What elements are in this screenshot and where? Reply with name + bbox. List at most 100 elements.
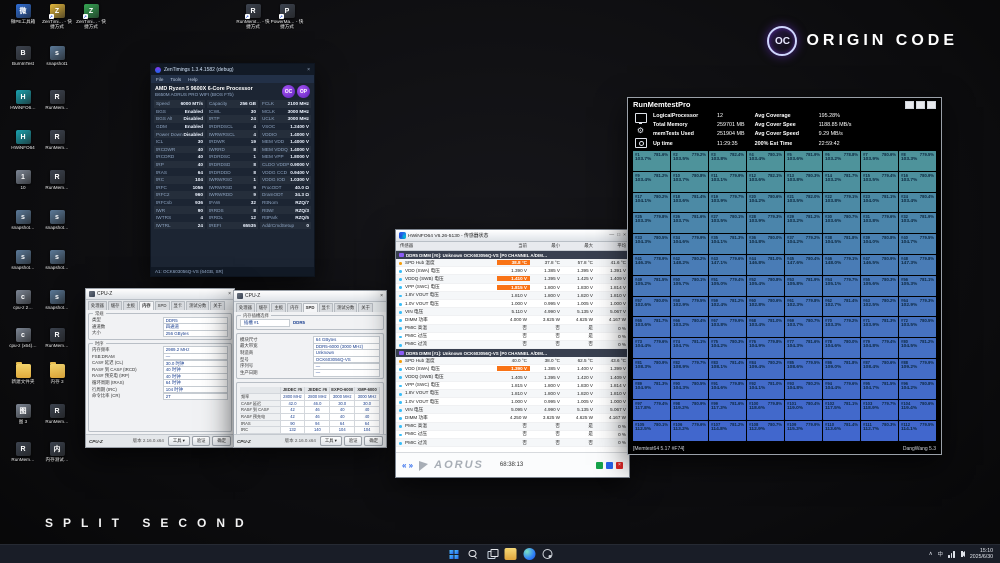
sensor-section-header[interactable]: DDR5 DIMM [#1]: Unknown OCK603056Q-VS [P… bbox=[396, 349, 629, 357]
memtest-titlebar[interactable]: RunMemtestPro bbox=[628, 98, 941, 111]
column-header-0[interactable]: 传感器 bbox=[396, 243, 497, 249]
menu-item-tools[interactable]: Tools bbox=[170, 77, 181, 82]
display-icon[interactable] bbox=[635, 113, 647, 123]
sensor-row[interactable]: VDDQ (SWB) 电压1.405 V1.395 V1.420 V1.409 … bbox=[396, 373, 629, 381]
desktop-icon[interactable]: RRunMem… bbox=[40, 90, 74, 110]
sensor-section-header[interactable]: DDR5 DIMM [#0]: Unknown OCK603056Q-VS [P… bbox=[396, 251, 629, 259]
sensor-row[interactable]: PMIC 过压否否是0 % bbox=[396, 431, 629, 439]
desktop-icon[interactable]: HHWiNFO64 bbox=[6, 130, 40, 150]
desktop-icon[interactable]: ssnapshot… bbox=[40, 250, 74, 270]
ok-button[interactable]: 确定 bbox=[364, 436, 383, 446]
desktop-icon[interactable]: 微微PE工具箱 bbox=[6, 4, 40, 24]
maximize-icon[interactable]: □ bbox=[617, 233, 620, 238]
sensor-row[interactable]: VIN 电压5.110 V4.990 V5.135 V5.067 V bbox=[396, 308, 629, 316]
desktop-icon[interactable]: ccpu-z 2… bbox=[6, 290, 40, 310]
sensor-row[interactable]: SPD Hub 温度38.8 °C37.8 °C57.8 °C41.6 °C bbox=[396, 259, 629, 267]
clock[interactable]: 15:10 2025/6/30 bbox=[970, 548, 993, 560]
column-header-2[interactable]: 最小 bbox=[530, 243, 563, 249]
maximize-icon[interactable] bbox=[916, 101, 925, 109]
desktop-icon[interactable]: HHWiNFO6… bbox=[6, 90, 40, 110]
gear-icon[interactable]: ⚙ bbox=[636, 126, 646, 135]
desktop-icon[interactable]: RRunMem… bbox=[40, 404, 74, 424]
desktop-icon[interactable]: P↗PowerMa… - 快捷方式 bbox=[270, 4, 304, 30]
tab-6[interactable]: 测试分数 bbox=[186, 301, 209, 310]
taskview-icon[interactable] bbox=[486, 548, 498, 560]
search-icon[interactable] bbox=[467, 548, 479, 560]
cpuz-titlebar[interactable]: CPU-Z × bbox=[234, 291, 386, 302]
validate-button[interactable]: 验证 bbox=[344, 436, 363, 446]
desktop-icon[interactable]: 新建文件夹 bbox=[6, 364, 40, 384]
close-icon[interactable] bbox=[927, 101, 936, 109]
validate-button[interactable]: 验证 bbox=[192, 436, 211, 446]
start-icon[interactable] bbox=[448, 548, 460, 560]
close-icon[interactable]: × bbox=[307, 67, 310, 73]
close-icon[interactable]: × bbox=[380, 293, 383, 299]
slot-select-dropdown[interactable]: 插槽 #1 bbox=[240, 319, 290, 327]
tab-3[interactable]: 内存 bbox=[139, 301, 154, 310]
clock-icon[interactable] bbox=[606, 462, 613, 469]
desktop-icon[interactable]: ssnapshot… bbox=[6, 250, 40, 270]
desktop-icon[interactable]: RRunMem… bbox=[40, 328, 74, 348]
cpuz-titlebar[interactable]: CPU-Z × bbox=[86, 289, 234, 300]
status-ok-icon[interactable] bbox=[596, 462, 603, 469]
sensor-row[interactable]: PMIC 高温否否是0 % bbox=[396, 423, 629, 431]
tab-2[interactable]: 主板 bbox=[123, 301, 138, 310]
desktop-icon[interactable]: ssnapshot1 bbox=[40, 46, 74, 66]
sensor-row[interactable]: PMIC 高温否否是0 % bbox=[396, 325, 629, 333]
minimize-icon[interactable] bbox=[905, 101, 914, 109]
menu-item-help[interactable]: Help bbox=[188, 77, 197, 82]
edge-icon[interactable] bbox=[524, 548, 536, 560]
column-header-3[interactable]: 最大 bbox=[563, 243, 596, 249]
hwinfo-titlebar[interactable]: HWiNFO64 V6.26-5130 - 传感器状态 — □ × bbox=[396, 230, 629, 242]
ime-indicator[interactable]: 中 bbox=[938, 550, 943, 558]
zentimings-titlebar[interactable]: ZenTimings 1.3.4.1582 (debug) × bbox=[151, 64, 314, 75]
tab-4[interactable]: SPD bbox=[155, 301, 170, 310]
sensor-row[interactable]: VDD (SWA) 电压1.390 V1.385 V1.400 V1.399 V bbox=[396, 365, 629, 373]
tab-1[interactable]: 缓存 bbox=[108, 301, 123, 310]
settings-icon[interactable] bbox=[543, 549, 553, 559]
tab-7[interactable]: 关于 bbox=[210, 301, 225, 310]
sensor-row[interactable]: VDDQ (SWB) 电压1.410 V1.395 V1.425 V1.409 … bbox=[396, 275, 629, 283]
desktop-icon[interactable]: ccpu-z (x64)… bbox=[6, 328, 40, 348]
sensor-row[interactable]: VDD (SWA) 电压1.390 V1.385 V1.395 V1.391 V bbox=[396, 267, 629, 275]
sensor-row[interactable]: 1.8V VOUT 电压1.810 V1.800 V1.820 V1.810 V bbox=[396, 292, 629, 300]
desktop-icon[interactable]: RRunMem… bbox=[40, 130, 74, 150]
sensor-row[interactable]: 1.0V VOUT 电压1.000 V0.995 V1.005 V1.000 V bbox=[396, 398, 629, 406]
sensor-row[interactable]: SPD Hub 温度40.0 °C38.0 °C62.5 °C43.6 °C bbox=[396, 357, 629, 365]
desktop-icon[interactable]: 图图 3 bbox=[6, 404, 40, 424]
sensor-row[interactable]: VPP (SWC) 电压1.815 V1.800 V1.830 V1.814 V bbox=[396, 284, 629, 292]
sensor-row[interactable]: VIN 电压5.095 V4.990 V5.135 V5.067 V bbox=[396, 406, 629, 414]
tab-0[interactable]: 处理器 bbox=[88, 301, 107, 310]
sensor-row[interactable]: 1.0V VOUT 电压1.000 V0.995 V1.005 V1.000 V bbox=[396, 300, 629, 308]
sensor-row[interactable]: VPP (SWC) 电压1.815 V1.800 V1.830 V1.814 V bbox=[396, 382, 629, 390]
tab-3[interactable]: 内存 bbox=[287, 303, 302, 312]
sensor-row[interactable]: DIMM 功率4.000 W3.625 W4.625 W4.167 W bbox=[396, 316, 629, 324]
desktop-icon[interactable]: RRunMem… bbox=[6, 442, 40, 462]
tab-4[interactable]: SPD bbox=[303, 303, 318, 312]
desktop-icon[interactable]: 内存 3 bbox=[40, 364, 74, 384]
desktop-icon[interactable]: ssnapshot… bbox=[6, 210, 40, 230]
desktop-icon[interactable]: BBurnInTest bbox=[6, 46, 40, 66]
close-icon[interactable]: × bbox=[228, 291, 231, 297]
sensor-row[interactable]: 1.8V VOUT 电压1.810 V1.800 V1.820 V1.810 V bbox=[396, 390, 629, 398]
tools-button[interactable]: 工具 ▾ bbox=[320, 436, 342, 446]
expand-arrows-icon[interactable]: « » bbox=[402, 461, 413, 470]
minimize-icon[interactable]: — bbox=[609, 233, 614, 238]
tab-6[interactable]: 测试分数 bbox=[334, 303, 357, 312]
column-header-1[interactable]: 当前 bbox=[497, 243, 530, 249]
desktop-icon[interactable]: ssnapshot… bbox=[40, 210, 74, 230]
sensor-row[interactable]: PMIC 过流否否否0 % bbox=[396, 439, 629, 447]
sensor-row[interactable]: PMIC 过压否否是0 % bbox=[396, 333, 629, 341]
menu-item-file[interactable]: File bbox=[156, 77, 163, 82]
volume-icon[interactable] bbox=[961, 551, 965, 557]
explorer-icon[interactable] bbox=[505, 548, 517, 560]
tools-button[interactable]: 工具 ▾ bbox=[168, 436, 190, 446]
tab-2[interactable]: 主板 bbox=[271, 303, 286, 312]
sensor-row[interactable]: PMIC 过流否否否0 % bbox=[396, 341, 629, 349]
tab-5[interactable]: 显卡 bbox=[171, 301, 186, 310]
column-header-4[interactable]: 平均 bbox=[596, 243, 629, 249]
camera-icon[interactable] bbox=[635, 138, 647, 148]
desktop-icon[interactable]: R↗RunMemt… - 快捷方式 bbox=[236, 4, 270, 30]
close-icon[interactable]: × bbox=[616, 462, 623, 469]
desktop-icon[interactable]: Z↗ZenTimi… - 快捷方式 bbox=[74, 4, 108, 30]
